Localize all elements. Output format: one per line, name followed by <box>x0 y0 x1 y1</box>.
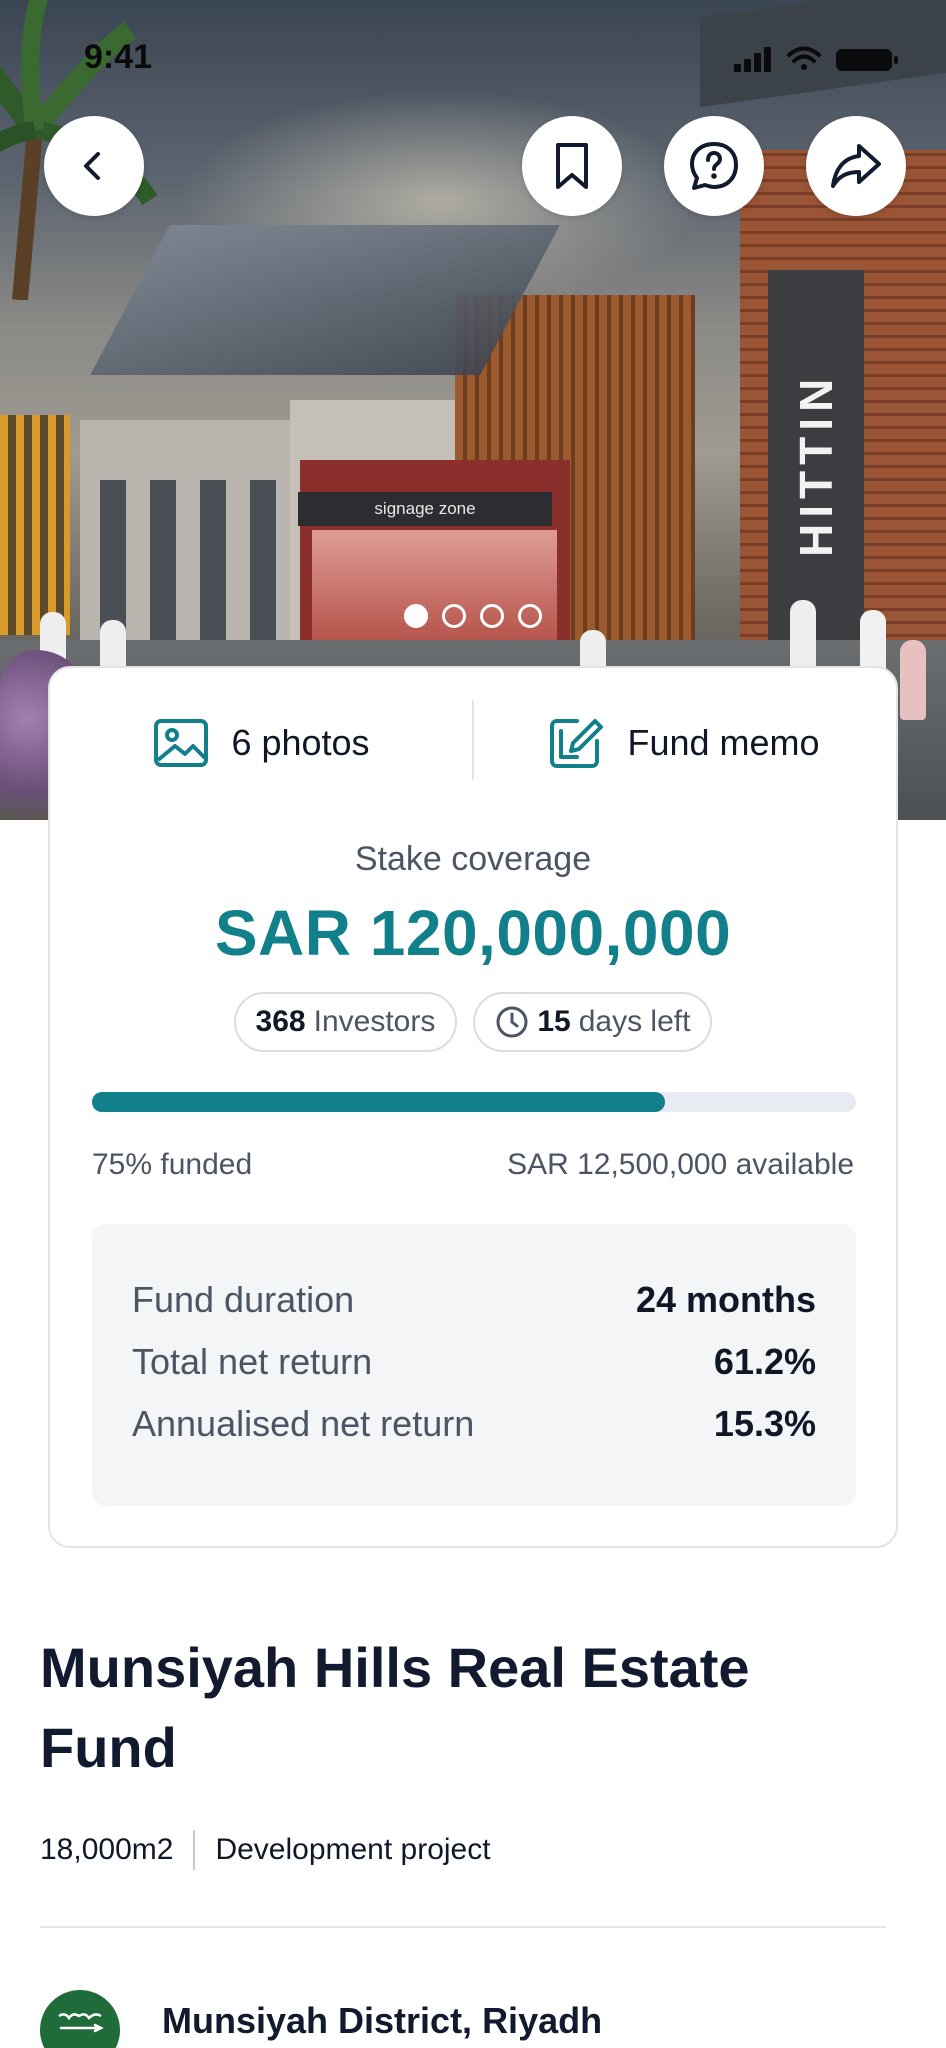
person-figure <box>900 640 926 720</box>
coverage-label: Stake coverage <box>354 840 592 878</box>
building-name: HITTIN <box>790 372 842 558</box>
investors-badge: 368 Investors <box>233 992 458 1052</box>
days-label: days left <box>578 1005 691 1038</box>
help-button[interactable] <box>664 116 764 216</box>
funding-progress-bar <box>92 1092 856 1112</box>
fund-summary-card: 6 photos Fund memo Stake coverage SAR 12… <box>48 666 898 1548</box>
fund-project-type: Development project <box>215 1833 491 1866</box>
wifi-icon <box>787 46 821 70</box>
help-circle-icon <box>690 142 738 190</box>
photos-button[interactable]: 6 photos <box>50 668 473 818</box>
fund-location[interactable]: Munsiyah District, Riyadh <box>162 2000 602 2042</box>
photos-label: 6 photos <box>231 722 370 763</box>
investors-label: Investors <box>313 1005 436 1038</box>
investors-count: 368 <box>255 1005 306 1038</box>
days-count: 15 <box>537 1005 571 1038</box>
bookmark-button[interactable] <box>522 116 622 216</box>
fund-memo-label: Fund memo <box>627 722 820 763</box>
status-icons <box>734 46 898 72</box>
card-actions: 6 photos Fund memo <box>50 668 896 818</box>
fund-area: 18,000m2 <box>40 1833 174 1866</box>
fund-meta: 18,000m2 Development project <box>40 1830 491 1870</box>
carousel-indicator[interactable] <box>404 604 542 628</box>
funded-label: 75% funded <box>92 1148 253 1181</box>
fund-badges: 368 Investors 15 days left <box>50 992 896 1052</box>
chevron-left-icon <box>84 152 100 180</box>
saudi-flag-icon <box>40 1990 120 2048</box>
yellow-pillars <box>0 415 70 635</box>
fund-memo-button[interactable]: Fund memo <box>473 668 896 818</box>
stat-value: 15.3% <box>713 1403 816 1444</box>
share-button[interactable] <box>806 116 906 216</box>
days-left-badge: 15 days left <box>473 992 713 1052</box>
funding-progress-fill <box>92 1092 665 1112</box>
coverage-amount: SAR 120,000,000 <box>214 897 732 969</box>
back-button[interactable] <box>44 116 144 216</box>
shade-canopy <box>90 225 560 375</box>
document-edit-icon <box>550 719 604 768</box>
building-signage: signage zone <box>298 492 552 526</box>
carousel-dot[interactable] <box>518 604 542 628</box>
share-arrow-icon <box>831 144 881 188</box>
stat-row-duration: Fund duration 24 months <box>132 1270 816 1330</box>
stat-row-annual-return: Annualised net return 15.3% <box>132 1394 816 1454</box>
carousel-dot[interactable] <box>442 604 466 628</box>
stat-label: Annualised net return <box>132 1403 475 1444</box>
available-label: SAR 12,500,000 available <box>507 1148 854 1181</box>
flag-emblem <box>58 2013 104 2033</box>
battery-icon <box>836 49 898 71</box>
fund-title: Munsiyah Hills Real Estate Fund <box>40 1636 750 1779</box>
card-actions-divider <box>472 700 474 780</box>
status-bar: 9:41 <box>0 0 946 116</box>
bookmark-icon <box>556 143 588 189</box>
stat-value: 61.2% <box>713 1341 816 1382</box>
signal-icon <box>734 47 771 72</box>
image-icon <box>154 719 209 767</box>
carousel-dot-active[interactable] <box>404 604 428 628</box>
status-time: 9:41 <box>84 38 153 76</box>
stat-row-total-return: Total net return 61.2% <box>132 1332 816 1392</box>
fund-stats: Fund duration 24 months Total net return… <box>92 1224 856 1506</box>
carousel-dot[interactable] <box>480 604 504 628</box>
stat-value: 24 months <box>635 1279 816 1320</box>
clock-icon <box>496 1006 528 1038</box>
meta-divider <box>193 1830 196 1870</box>
section-divider <box>40 1926 886 1928</box>
stat-label: Total net return <box>132 1341 373 1382</box>
stat-label: Fund duration <box>132 1279 355 1320</box>
